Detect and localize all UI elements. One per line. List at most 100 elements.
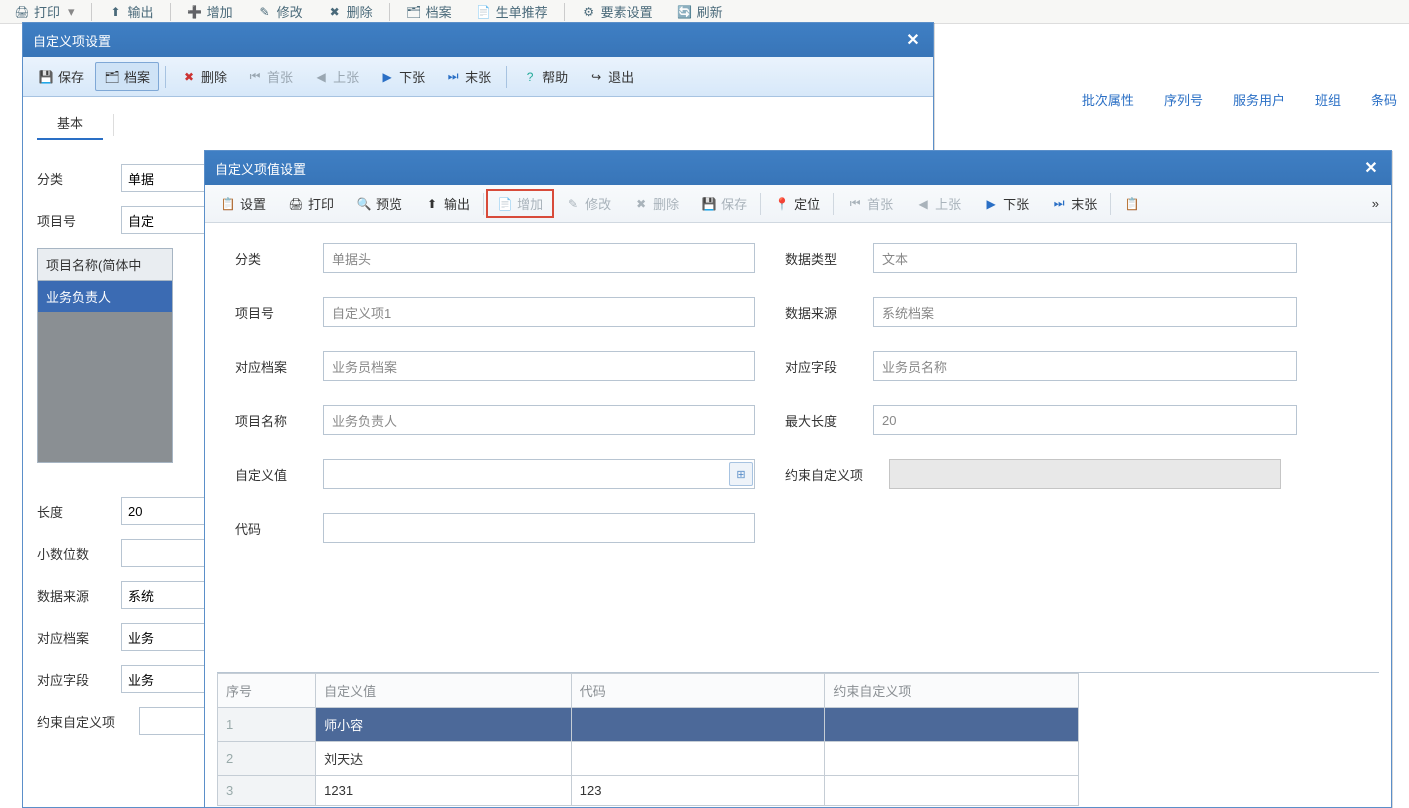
save-button[interactable]: 💾保存 (29, 62, 93, 91)
exit-button[interactable]: ↪退出 (579, 62, 643, 91)
generate-button[interactable]: 📄生单推荐 (466, 1, 558, 23)
zidingyi-label: 自定义值 (235, 465, 315, 484)
tab-team[interactable]: 班组 (1315, 90, 1341, 109)
zidingyi-input[interactable] (323, 459, 755, 489)
next-button[interactable]: ▶下张 (370, 62, 434, 91)
daima-input[interactable] (323, 513, 755, 543)
separator (833, 193, 834, 215)
tab-user[interactable]: 服务用户 (1233, 90, 1285, 109)
next-icon: ▶ (983, 196, 999, 212)
project-list-row[interactable]: 业务负责人 (38, 281, 172, 312)
xiangmuhao-input[interactable] (323, 297, 755, 327)
fenlei-label: 分类 (235, 249, 315, 268)
fenlei-label: 分类 (37, 169, 109, 188)
dialog2-title: 自定义项值设置 (215, 159, 306, 178)
exit-icon: ↪ (588, 69, 604, 85)
separator (91, 3, 92, 21)
separator (170, 3, 171, 21)
main-toolbar: 🖨打印▾ ⬆输出 ➕增加 ✎修改 ✖删除 🗂档案 📄生单推荐 ⚙要素设置 🔄刷新 (0, 0, 1409, 24)
save-icon: 💾 (701, 196, 717, 212)
generate-icon: 📄 (476, 4, 492, 20)
tab-basic[interactable]: 基本 (37, 107, 103, 140)
last-button[interactable]: ⏭末张 (1040, 189, 1108, 218)
changdu-label: 长度 (37, 502, 109, 521)
print-button[interactable]: 🖨打印 (277, 189, 345, 218)
xiangmumingcheng-input[interactable] (323, 405, 755, 435)
cell-val: 刘天达 (316, 742, 572, 776)
first-button[interactable]: ⏮首张 (836, 189, 904, 218)
grid-icon: ⊞ (736, 468, 745, 481)
prev-button[interactable]: ◀上张 (304, 62, 368, 91)
shujulaiyuan-input[interactable] (873, 297, 1297, 327)
separator (506, 66, 507, 88)
zuidachangdu-input[interactable] (873, 405, 1297, 435)
last-icon: ⏭ (1051, 196, 1067, 212)
fenlei-input[interactable] (323, 243, 755, 273)
save-button[interactable]: 💾保存 (690, 189, 758, 218)
modify-button[interactable]: ✎修改 (247, 1, 313, 23)
preview-button[interactable]: 🔍预览 (345, 189, 413, 218)
duiyingziduan-label: 对应字段 (785, 357, 865, 376)
cell-cons (825, 742, 1079, 776)
first-button[interactable]: ⏮首张 (238, 62, 302, 91)
col-cons[interactable]: 约束自定义项 (825, 674, 1079, 708)
extra-button[interactable]: 📋 (1113, 191, 1151, 217)
col-val[interactable]: 自定义值 (316, 674, 572, 708)
add-button[interactable]: ➕增加 (177, 1, 243, 23)
delete-button[interactable]: ✖删除 (622, 189, 690, 218)
tab-serial[interactable]: 序列号 (1164, 90, 1203, 109)
col-seq[interactable]: 序号 (218, 674, 316, 708)
lookup-button[interactable]: ⊞ (729, 462, 753, 486)
cell-code (571, 742, 825, 776)
locate-button[interactable]: 📍定位 (763, 189, 831, 218)
dialog1-toolbar: 💾保存 🗂档案 ✖删除 ⏮首张 ◀上张 ▶下张 ⏭末张 ?帮助 ↪退出 (23, 57, 933, 97)
duiyingziduan-input[interactable] (873, 351, 1297, 381)
archive-button[interactable]: 🗂档案 (95, 62, 159, 91)
next-button[interactable]: ▶下张 (972, 189, 1040, 218)
setting-button[interactable]: ⚙要素设置 (571, 1, 663, 23)
delete-icon: ✖ (633, 196, 649, 212)
yueshu-input[interactable] (889, 459, 1281, 489)
table-row[interactable]: 2 刘天达 (218, 742, 1079, 776)
tab-separator (113, 114, 114, 136)
archive-icon: 🗂 (406, 4, 422, 20)
project-list-header: 项目名称(简体中 (38, 249, 172, 281)
dialog-titlebar[interactable]: 自定义项设置 ✕ (23, 23, 933, 57)
edit-icon: ✎ (565, 196, 581, 212)
dialog2-titlebar[interactable]: 自定义项值设置 ✕ (205, 151, 1391, 185)
settings-button[interactable]: 📋设置 (209, 189, 277, 218)
shujulaiyuan-label: 数据来源 (785, 303, 865, 322)
refresh-icon: 🔄 (677, 4, 693, 20)
tab-batch[interactable]: 批次属性 (1082, 90, 1134, 109)
table-row[interactable]: 1 师小容 (218, 708, 1079, 742)
table-row[interactable]: 3 1231 123 (218, 776, 1079, 806)
dialog-title: 自定义项设置 (33, 31, 111, 50)
export-button[interactable]: ⬆输出 (413, 189, 481, 218)
duiyingdangan-label: 对应档案 (235, 357, 315, 376)
help-icon: ? (522, 69, 538, 85)
delete-button[interactable]: ✖删除 (172, 62, 236, 91)
col-code[interactable]: 代码 (571, 674, 825, 708)
last-button[interactable]: ⏭末张 (436, 62, 500, 91)
close-icon[interactable]: ✕ (903, 30, 923, 50)
cell-seq: 2 (218, 742, 316, 776)
help-button[interactable]: ?帮助 (513, 62, 577, 91)
add-button[interactable]: 📄增加 (486, 189, 554, 218)
modify-button[interactable]: ✎修改 (554, 189, 622, 218)
tab-barcode[interactable]: 条码 (1371, 90, 1397, 109)
print-button[interactable]: 🖨打印▾ (4, 1, 85, 23)
separator (564, 3, 565, 21)
xiangmumingcheng-label: 项目名称 (235, 411, 315, 430)
delete-button[interactable]: ✖删除 (317, 1, 383, 23)
zuidachangdu-label: 最大长度 (785, 411, 865, 430)
shujuleixing-input[interactable] (873, 243, 1297, 273)
duiyingdangan-input[interactable] (323, 351, 755, 381)
export-button[interactable]: ⬆输出 (98, 1, 164, 23)
prev-button[interactable]: ◀上张 (904, 189, 972, 218)
close-icon[interactable]: ✕ (1361, 158, 1381, 178)
archive-button[interactable]: 🗂档案 (396, 1, 462, 23)
yueshu-label: 约束自定义项 (785, 465, 881, 484)
more-button[interactable]: » (1364, 196, 1387, 211)
first-icon: ⏮ (247, 69, 263, 85)
refresh-button[interactable]: 🔄刷新 (667, 1, 733, 23)
